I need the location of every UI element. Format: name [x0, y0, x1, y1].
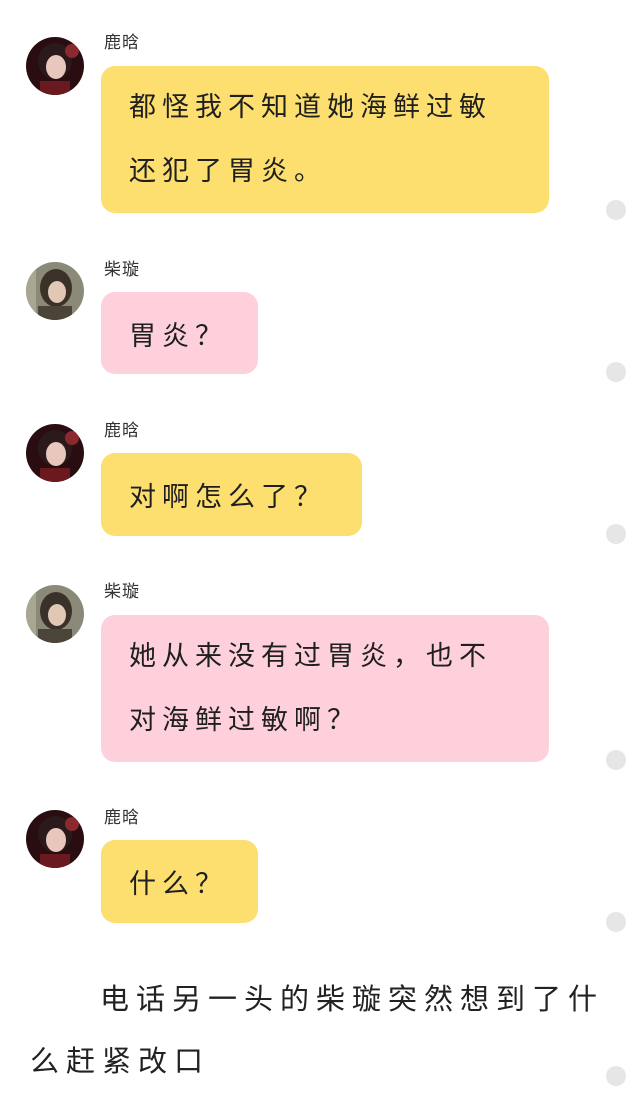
more-dot-icon[interactable]: [606, 1066, 626, 1086]
avatar-luhan-icon[interactable]: [26, 810, 84, 868]
chat-bubble[interactable]: 她从来没有过胃炎，也不 对海鲜过敏啊？: [101, 615, 549, 762]
sender-name: 鹿晗: [104, 33, 140, 53]
avatar-luhan-icon[interactable]: [26, 424, 84, 482]
more-dot-icon[interactable]: [606, 200, 626, 220]
more-dot-icon[interactable]: [606, 362, 626, 382]
more-dot-icon[interactable]: [606, 750, 626, 770]
narration-line-1: 电话另一头的柴璇突然想到了什: [100, 982, 605, 1016]
chat-bubble[interactable]: 对啊怎么了？: [101, 453, 362, 536]
more-dot-icon[interactable]: [606, 912, 626, 932]
avatar-chaixuan-icon[interactable]: [26, 262, 84, 320]
narration-text: 电话另一头的柴璇突然想到了什 么赶紧改口: [30, 968, 610, 1092]
narration-line-2: 么赶紧改口: [30, 1044, 211, 1078]
sender-name: 鹿晗: [104, 421, 140, 441]
more-dot-icon[interactable]: [606, 524, 626, 544]
chat-bubble[interactable]: 胃炎？: [101, 292, 258, 374]
avatar-luhan-icon[interactable]: [26, 37, 84, 95]
avatar-chaixuan-icon[interactable]: [26, 585, 84, 643]
sender-name: 柴璇: [104, 260, 140, 280]
sender-name: 鹿晗: [104, 808, 140, 828]
sender-name: 柴璇: [104, 582, 140, 602]
chat-bubble[interactable]: 什么？: [101, 840, 258, 923]
chat-bubble[interactable]: 都怪我不知道她海鲜过敏 还犯了胃炎。: [101, 66, 549, 213]
